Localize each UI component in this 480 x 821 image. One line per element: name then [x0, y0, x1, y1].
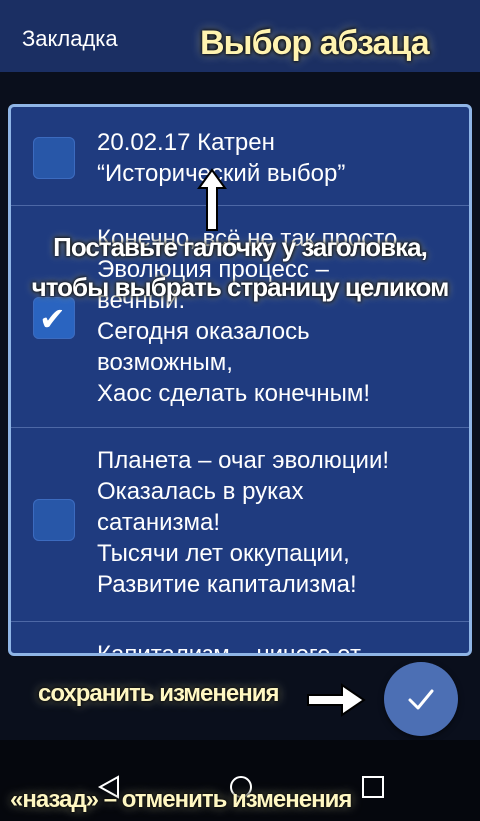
save-hint: сохранить изменения [38, 680, 279, 707]
text-line: Развитие капитализма! [97, 571, 357, 598]
checkbox[interactable] [33, 499, 75, 541]
back-hint: «назад» – отменить изменения [10, 786, 352, 813]
text-line: Тысячи лет оккупации, [97, 540, 350, 567]
checkbox[interactable] [33, 137, 75, 179]
up-arrow-icon [197, 168, 227, 231]
list-item[interactable]: Планета – очаг эволюции! Оказалась в рук… [11, 427, 469, 622]
text-line: возможным, [97, 349, 233, 376]
checkmark-icon: ✔ [39, 301, 66, 337]
overlay-title: Выбор абзаца [200, 24, 430, 62]
text-line: сатанизма! [97, 509, 221, 536]
hint-line: чтобы выбрать страницу целиком [31, 272, 450, 302]
text-line: Капитализм – ничего от [97, 641, 361, 656]
text-line: Оказалась в руках [97, 478, 304, 505]
text-line: Сегодня оказалось [97, 318, 310, 345]
hint-line: Поставьте галочку у заголовка, [53, 232, 428, 262]
check-icon [408, 689, 434, 710]
list-item[interactable]: Капитализм – ничего от [11, 621, 469, 656]
list-item[interactable]: 20.02.17 Катрен “Исторический выбор” [11, 107, 469, 206]
text-line: Планета – очаг эволюции! [97, 447, 390, 474]
text-line: Хаос сделать конечным! [97, 380, 371, 407]
app-title: Закладка [22, 26, 118, 51]
text-line: 20.02.17 Катрен [97, 129, 275, 156]
save-button[interactable] [384, 662, 458, 736]
list-item-text: Планета – очаг эволюции! Оказалась в рук… [97, 445, 389, 600]
recents-icon[interactable] [360, 774, 386, 800]
right-arrow-icon [307, 683, 366, 717]
paragraph-list: 20.02.17 Катрен “Исторический выбор” ✔ К… [8, 104, 472, 656]
checkbox-checked[interactable]: ✔ [33, 297, 75, 339]
list-item-text: Капитализм – ничего от [97, 639, 361, 656]
